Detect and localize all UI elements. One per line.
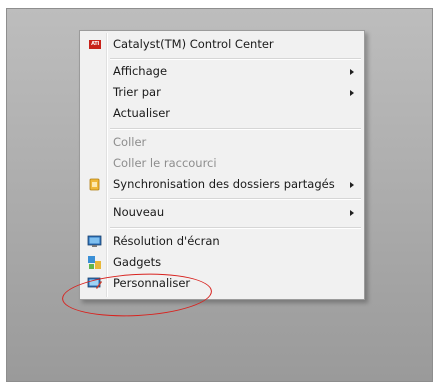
menu-separator <box>110 58 361 60</box>
menu-item-label: Synchronisation des dossiers partagés <box>113 177 335 191</box>
submenu-arrow-icon <box>350 90 354 96</box>
menu-item-label: Affichage <box>113 64 168 78</box>
menu-separator <box>110 128 361 130</box>
menu-item-label: Trier par <box>113 85 161 99</box>
menu-item-label: Coller le raccourci <box>113 156 217 170</box>
submenu-arrow-icon <box>350 210 354 216</box>
menu-item-resolution-ecran[interactable]: Résolution d'écran <box>82 231 362 253</box>
submenu-arrow-icon <box>350 69 354 75</box>
gadgets-icon <box>87 255 102 270</box>
menu-item-coller-le-raccourci[interactable]: Coller le raccourci <box>82 153 362 175</box>
menu-item-affichage[interactable]: Affichage <box>82 61 362 83</box>
menu-item-trier-par[interactable]: Trier par <box>82 82 362 104</box>
ati-logo-icon: ATI <box>87 37 102 52</box>
sync-folder-icon <box>87 177 102 192</box>
submenu-arrow-icon <box>350 182 354 188</box>
menu-item-label: Nouveau <box>113 205 165 219</box>
menu-item-nouveau[interactable]: Nouveau <box>82 202 362 224</box>
desktop-context-menu: ATI Catalyst(TM) Control Center Affichag… <box>79 30 365 300</box>
menu-item-coller[interactable]: Coller <box>82 132 362 154</box>
menu-separator <box>110 227 361 229</box>
menu-item-synchronisation-dossiers[interactable]: Synchronisation des dossiers partagés <box>82 174 362 196</box>
menu-item-label: Actualiser <box>113 106 171 120</box>
menu-item-catalyst-control-center[interactable]: ATI Catalyst(TM) Control Center <box>82 34 362 56</box>
monitor-icon <box>87 234 102 249</box>
menu-separator <box>110 198 361 200</box>
menu-item-label: Catalyst(TM) Control Center <box>113 37 274 51</box>
menu-item-label: Coller <box>113 135 147 149</box>
menu-item-actualiser[interactable]: Actualiser <box>82 103 362 125</box>
menu-item-label: Gadgets <box>113 255 162 269</box>
menu-item-gadgets[interactable]: Gadgets <box>82 252 362 274</box>
menu-item-label: Résolution d'écran <box>113 234 220 248</box>
